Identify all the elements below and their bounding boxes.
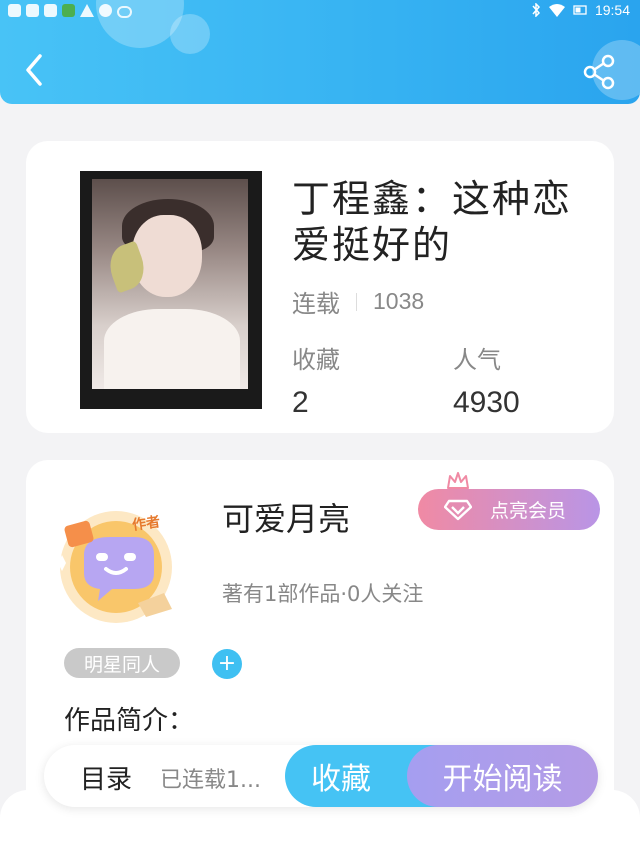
serial-count: 1038 [373, 288, 425, 314]
start-reading-button[interactable]: 开始阅读 [407, 745, 598, 807]
table-of-contents-button[interactable]: 目录 [80, 759, 132, 796]
activate-vip-button[interactable]: 点亮会员 [418, 489, 600, 530]
cover-figure-shirt [104, 309, 240, 389]
tag-chip[interactable]: 明星同人 [64, 648, 180, 678]
serial-status: 连载 [292, 290, 340, 318]
app-notification-icon [8, 4, 21, 17]
cover-figure-face [132, 215, 202, 297]
bluetooth-icon [532, 3, 540, 17]
back-button[interactable] [20, 52, 52, 88]
book-cover[interactable] [80, 171, 262, 409]
serial-progress-text[interactable]: 已连载1... [160, 762, 278, 794]
plus-icon: + [217, 651, 237, 676]
diamond-icon [444, 499, 472, 520]
header-bar: 19:54 [0, 0, 640, 104]
warning-icon [80, 4, 94, 17]
app-notification-icon [62, 4, 75, 17]
share-button[interactable] [580, 52, 620, 92]
chat-icon [99, 4, 112, 17]
share-icon [583, 54, 615, 90]
author-avatar[interactable]: 作者 [54, 505, 188, 625]
status-bar: 19:54 [0, 0, 640, 24]
divider [356, 292, 357, 311]
battery-icon [573, 5, 587, 15]
app-notification-icon [26, 4, 39, 17]
author-badge: 作者 [131, 514, 162, 534]
system-icons: 19:54 [531, 2, 630, 18]
author-avatar-icon [58, 511, 172, 623]
author-stats: 著有1部作品·0人关注 [222, 582, 424, 606]
popularity-value: 4930 [453, 386, 520, 419]
notification-icons [8, 4, 132, 18]
cloud-icon [117, 6, 132, 18]
author-name[interactable]: 可爱月亮 [222, 494, 350, 540]
start-reading-label: 开始阅读 [442, 762, 563, 797]
serial-status-row: 连载 1038 [292, 284, 424, 319]
favorite-button-label: 收藏 [311, 762, 371, 797]
chevron-left-icon [26, 54, 42, 86]
synopsis-heading: 作品简介： [64, 706, 195, 736]
app-notification-icon [44, 4, 57, 17]
add-tag-button[interactable]: + [212, 649, 242, 679]
book-title: 丁程鑫：这种恋爱挺好的 [292, 177, 573, 267]
favorites-label: 收藏 [292, 346, 340, 374]
cover-image [92, 179, 248, 389]
vip-button-label: 点亮会员 [490, 500, 567, 522]
wifi-icon [548, 3, 565, 17]
favorites-value: 2 [292, 386, 309, 419]
status-time: 19:54 [594, 2, 630, 18]
popularity-label: 人气 [453, 346, 501, 374]
